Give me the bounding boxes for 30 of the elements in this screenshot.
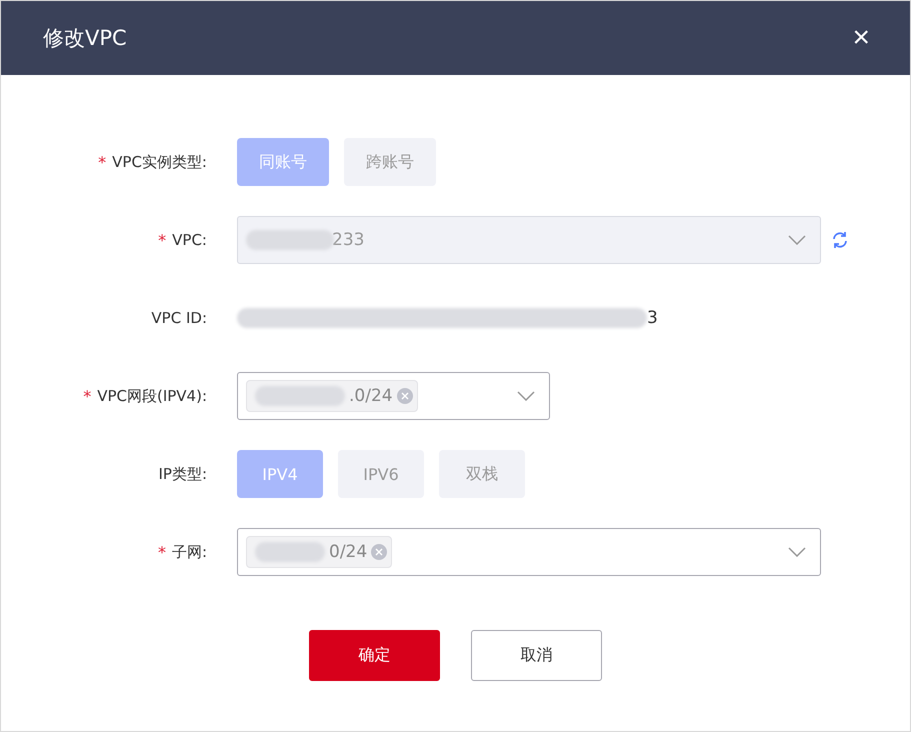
field-label: VPC实例类型: [112,152,207,172]
segment-option[interactable]: 同账号 [237,138,329,186]
tag-text: 0/24 [329,542,368,562]
field-label: 子网: [172,542,207,562]
tag-select[interactable]: 0/24 [237,528,821,576]
tag-select[interactable]: .0/24 [237,372,550,420]
confirm-button[interactable]: 确定 [309,630,440,681]
dialog-title: 修改VPC [43,25,127,52]
field-label: VPC网段(IPV4): [97,386,207,406]
required-mark: * [158,230,166,250]
tag-text: .0/24 [349,386,393,406]
field-label: VPC ID: [151,309,207,327]
field-label: VPC: [172,231,207,249]
select-value: 233 [332,230,364,250]
field-label: IP类型: [158,464,207,484]
required-mark: * [83,386,92,406]
remove-tag-icon[interactable] [396,388,413,404]
cancel-button[interactable]: 取消 [471,630,602,681]
close-button[interactable]: × [852,23,870,53]
remove-tag-icon[interactable] [371,544,388,560]
chevron-down-icon [788,547,806,557]
segment-option[interactable]: IPV6 [338,450,424,498]
required-mark: * [158,542,166,562]
segment-option[interactable]: 双栈 [439,450,525,498]
vpc-id-value: 3 [647,308,658,328]
chevron-down-icon [788,235,806,245]
segment-option[interactable]: 跨账号 [344,138,436,186]
chevron-down-icon [517,391,535,401]
segment-option[interactable]: IPV4 [237,450,323,498]
required-mark: * [98,152,106,172]
